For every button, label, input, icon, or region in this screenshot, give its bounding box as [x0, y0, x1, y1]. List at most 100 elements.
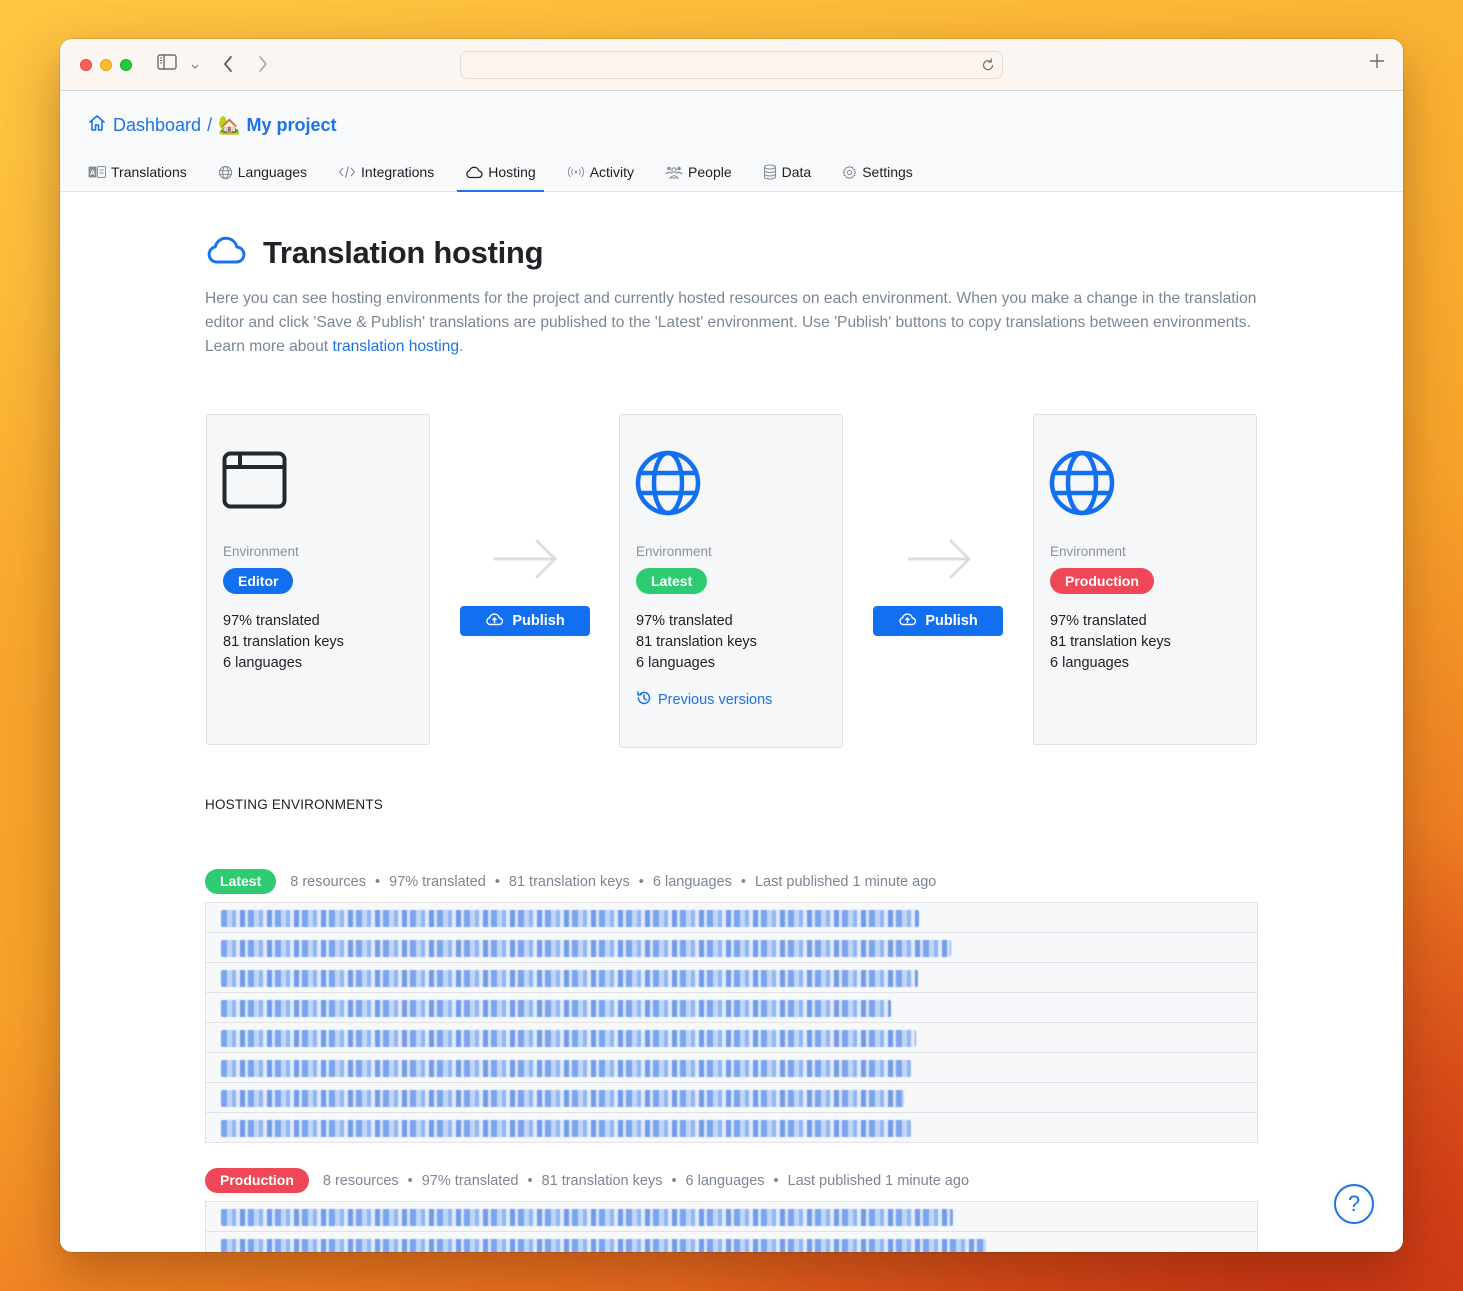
resource-row[interactable]	[206, 993, 1257, 1023]
previous-versions-link[interactable]: Previous versions	[636, 690, 772, 710]
environment-stats: 97% translated 81 translation keys 6 lan…	[223, 611, 344, 674]
resource-url-obscured	[221, 1209, 953, 1226]
tab-data-label: Data	[781, 164, 812, 180]
stat-translated: 97% translated	[223, 613, 320, 629]
meta-separator: •	[407, 1172, 413, 1189]
meta-keys: 81 translation keys	[508, 873, 630, 890]
meta-separator: •	[671, 1172, 677, 1189]
resource-row[interactable]	[206, 1053, 1257, 1083]
previous-versions-label: Previous versions	[658, 692, 773, 708]
help-button[interactable]: ?	[1334, 1184, 1374, 1224]
svg-text:A: A	[90, 170, 95, 177]
meta-separator: •	[740, 873, 746, 890]
address-bar[interactable]	[460, 51, 1003, 79]
publish-to-latest-button[interactable]: Publish	[460, 606, 590, 636]
tab-people-label: People	[688, 164, 732, 180]
tab-integrations[interactable]: Integrations	[330, 153, 442, 191]
resource-row[interactable]	[206, 1113, 1257, 1143]
project-tabs: A Translations Languages Integrations Ho…	[80, 153, 936, 192]
group-badge-production: Production	[205, 1168, 309, 1193]
main-content: Translation hosting Here you can see hos…	[60, 192, 1403, 1252]
resource-row[interactable]	[206, 963, 1257, 993]
maximize-window-button[interactable]	[120, 59, 132, 71]
meta-languages: 6 languages	[685, 1172, 765, 1189]
environment-card-editor: Environment Editor 97% translated 81 tra…	[206, 414, 430, 745]
chevron-down-icon[interactable]	[190, 58, 200, 76]
app-header: Dashboard / 🏡 My project A Translations …	[60, 91, 1403, 192]
browser-window-icon	[222, 450, 288, 515]
environment-badge-editor: Editor	[223, 568, 294, 594]
new-tab-icon[interactable]	[1369, 53, 1385, 74]
resource-row[interactable]	[206, 903, 1257, 933]
environment-card-latest: Environment Latest 97% translated 81 tra…	[619, 414, 843, 748]
resource-url-obscured	[221, 970, 918, 987]
tab-activity-label: Activity	[589, 164, 635, 180]
meta-keys: 81 translation keys	[541, 1172, 663, 1189]
tab-settings-label: Settings	[862, 164, 913, 180]
tab-integrations-label: Integrations	[361, 164, 435, 180]
publish-to-production-button[interactable]: Publish	[873, 606, 1003, 636]
environment-card-production: Environment Production 97% translated 81…	[1033, 414, 1257, 745]
back-arrow-icon[interactable]	[222, 55, 234, 78]
meta-resources: 8 resources	[322, 1172, 399, 1189]
forward-arrow-icon[interactable]	[257, 55, 269, 78]
resource-row[interactable]	[206, 1083, 1257, 1113]
translation-hosting-link[interactable]: translation hosting	[332, 338, 459, 355]
breadcrumb-dashboard-link[interactable]: Dashboard	[87, 113, 201, 138]
meta-translated: 97% translated	[389, 873, 486, 890]
resource-list-latest	[205, 902, 1258, 1143]
resource-row[interactable]	[206, 933, 1257, 963]
meta-separator: •	[494, 873, 500, 890]
tab-people[interactable]: People	[657, 153, 740, 191]
reload-icon[interactable]	[980, 57, 996, 78]
publish-button-label: Publish	[512, 613, 565, 629]
page-title: Translation hosting	[205, 234, 544, 271]
page-description: Here you can see hosting environments fo…	[205, 287, 1265, 359]
gear-icon	[842, 165, 857, 180]
globe-icon	[635, 450, 701, 521]
resource-url-obscured	[221, 1060, 911, 1077]
group-badge-latest: Latest	[205, 869, 277, 894]
cloud-upload-icon	[485, 612, 504, 630]
resource-url-obscured	[221, 1030, 916, 1047]
stat-keys: 81 translation keys	[223, 634, 344, 650]
tab-translations[interactable]: A Translations	[80, 153, 195, 191]
resource-row[interactable]	[206, 1202, 1257, 1232]
history-icon	[636, 690, 652, 710]
minimize-window-button[interactable]	[100, 59, 112, 71]
people-icon	[665, 165, 683, 179]
stat-translated: 97% translated	[1050, 613, 1147, 629]
meta-resources: 8 resources	[290, 873, 366, 890]
stat-translated: 97% translated	[636, 613, 733, 629]
tab-languages[interactable]: Languages	[210, 153, 315, 191]
tab-hosting-label: Hosting	[488, 164, 536, 180]
breadcrumb-current-project[interactable]: 🏡 My project	[218, 115, 336, 136]
meta-separator: •	[773, 1172, 779, 1189]
globe-icon	[1049, 450, 1115, 521]
meta-languages: 6 languages	[652, 873, 732, 890]
environment-stats: 97% translated 81 translation keys 6 lan…	[636, 611, 757, 674]
close-window-button[interactable]	[80, 59, 92, 71]
tab-settings[interactable]: Settings	[834, 153, 921, 191]
cloud-icon	[205, 234, 247, 271]
resource-url-obscured	[221, 1120, 911, 1137]
cloud-icon	[465, 165, 483, 179]
tab-activity[interactable]: Activity	[559, 153, 642, 191]
tab-hosting[interactable]: Hosting	[457, 153, 545, 192]
resource-row[interactable]	[206, 1023, 1257, 1053]
resource-row[interactable]	[206, 1232, 1257, 1252]
environment-badge-production: Production	[1050, 568, 1154, 594]
environment-label: Environment	[223, 544, 299, 559]
intro-end: .	[459, 338, 464, 355]
meta-separator: •	[375, 873, 381, 890]
resource-url-obscured	[221, 1239, 986, 1252]
globe-icon	[218, 165, 233, 180]
resource-url-obscured	[221, 940, 951, 957]
tab-data[interactable]: Data	[755, 153, 820, 191]
database-icon	[763, 164, 777, 180]
meta-separator: •	[638, 873, 644, 890]
breadcrumb-separator: /	[207, 115, 213, 135]
breadcrumb-project-label: My project	[246, 115, 337, 135]
browser-toolbar	[60, 39, 1403, 91]
sidebar-toggle-icon[interactable]	[157, 54, 177, 75]
